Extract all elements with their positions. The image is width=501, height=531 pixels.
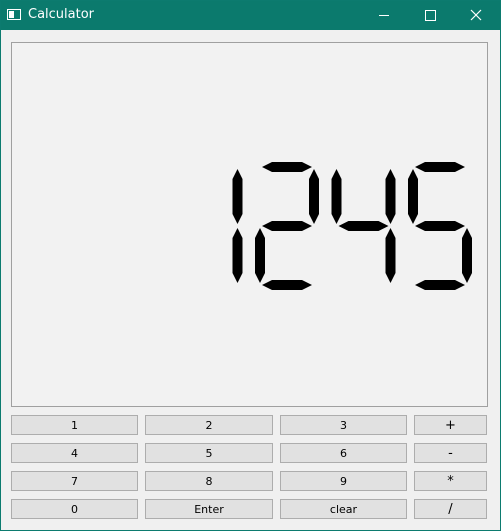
lcd-segment-b [309, 169, 319, 224]
lcd-segment-a [262, 162, 312, 172]
close-icon [470, 9, 482, 21]
lcd-segment-f [408, 169, 418, 224]
key-5-button[interactable]: 5 [145, 443, 273, 463]
window-title: Calculator [28, 7, 95, 22]
minimize-icon [379, 15, 389, 16]
enter-button[interactable]: Enter [145, 499, 273, 519]
key-6-button[interactable]: 6 [280, 443, 407, 463]
key-plus-button[interactable]: + [414, 415, 487, 435]
key-9-button[interactable]: 9 [280, 471, 407, 491]
lcd-segment-b [385, 169, 396, 224]
key-2-button[interactable]: 2 [145, 415, 273, 435]
lcd-segment-b [232, 169, 243, 224]
key-multiply-button[interactable]: * [414, 471, 487, 491]
lcd-digit [408, 162, 472, 290]
key-8-button[interactable]: 8 [145, 471, 273, 491]
key-divide-button[interactable]: / [414, 499, 487, 519]
key-4-button[interactable]: 4 [11, 443, 138, 463]
lcd-segment-e [255, 228, 265, 283]
lcd-segment-g [415, 221, 465, 231]
lcd-digit [255, 162, 319, 290]
key-1-button[interactable]: 1 [11, 415, 138, 435]
lcd-digit [331, 169, 396, 283]
lcd-segment-c [232, 228, 243, 283]
clear-button[interactable]: clear [280, 499, 407, 519]
lcd-segment-a [415, 162, 465, 172]
lcd-segment-g [338, 221, 389, 231]
lcd-segment-c [385, 228, 396, 283]
lcd-segment-f [331, 169, 342, 224]
maximize-button[interactable] [407, 1, 453, 30]
key-7-button[interactable]: 7 [11, 471, 138, 491]
lcd-segment-c [462, 228, 472, 283]
app-icon [7, 9, 21, 20]
lcd-segment-d [415, 280, 465, 290]
minimize-button[interactable] [361, 1, 407, 30]
lcd-segment-d [262, 280, 312, 290]
lcd-segment-g [262, 221, 312, 231]
maximize-icon [425, 10, 436, 21]
key-0-button[interactable]: 0 [11, 499, 138, 519]
key-minus-button[interactable]: - [414, 443, 487, 463]
title-bar[interactable]: Calculator [1, 1, 500, 30]
key-3-button[interactable]: 3 [280, 415, 407, 435]
close-button[interactable] [453, 1, 499, 30]
calculator-window: Calculator 1 2 3 + 4 5 6 - 7 8 9 * 0 Ent… [0, 0, 501, 531]
lcd-digit [232, 169, 243, 283]
lcd-digits [232, 162, 472, 290]
lcd-display [11, 42, 488, 407]
